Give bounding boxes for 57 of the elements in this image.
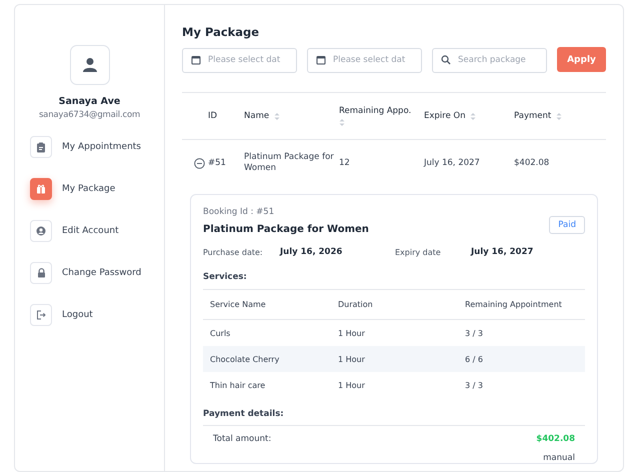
user-name: Sanaya Ave <box>58 96 122 107</box>
table-cell-text: 1 Hour <box>338 328 366 338</box>
sort-icon[interactable] <box>274 112 280 120</box>
table-cell-text: #51 <box>208 158 227 168</box>
page-title: My Package <box>182 25 260 39</box>
sidebar-item[interactable]: My Package <box>30 178 164 200</box>
table-cell-text: 12 <box>339 158 351 168</box>
table-cell-text: 6 / 6 <box>465 354 484 364</box>
sort-icon[interactable] <box>470 112 476 120</box>
table-cell-text: 1 Hour <box>338 354 366 364</box>
column-header: Duration <box>338 300 374 309</box>
user-email: sanaya6734@gmail.com <box>38 110 142 120</box>
sidebar-item[interactable]: Change Password <box>30 262 164 284</box>
package-title: Platinum Package for Women <box>203 224 369 235</box>
column-header: Remaining Appo. <box>339 106 412 116</box>
calendar-icon <box>316 54 326 64</box>
table-cell-text: Curls <box>210 328 232 338</box>
payment-method: manual <box>543 453 575 463</box>
sort-icon[interactable] <box>556 112 562 120</box>
table-cell-text: $402.08 <box>514 158 550 168</box>
section-heading: Services: <box>203 272 248 282</box>
date-field[interactable]: Please select dat <box>182 48 297 72</box>
purchase-label: Purchase date: <box>203 248 264 256</box>
lock-icon <box>30 262 52 284</box>
column-header: Service Name <box>210 300 267 309</box>
status-badge: Paid <box>549 216 585 234</box>
search-field[interactable]: Search package <box>432 48 547 72</box>
total-amount: $402.08 <box>536 434 575 444</box>
table-cell-text: 3 / 3 <box>465 380 484 390</box>
clipboard-icon <box>30 136 52 158</box>
column-header: Payment <box>514 111 552 121</box>
table-cell-text: Thin hair care <box>210 380 266 390</box>
table-cell-text: Platinum Package for Women <box>244 152 335 174</box>
booking-id: Booking Id : #51 <box>203 207 276 217</box>
calendar-icon <box>191 54 201 64</box>
expiry-date: July 16, 2027 <box>471 247 534 257</box>
column-header: Name <box>244 111 270 121</box>
column-header: Expire On <box>424 111 466 121</box>
table-cell-text: July 16, 2027 <box>424 158 481 168</box>
sidebar-item[interactable]: My Appointments <box>30 136 164 158</box>
gift-icon <box>30 178 52 200</box>
table-cell-text: Chocolate Cherry <box>210 354 280 364</box>
table-cell-text: 1 Hour <box>338 380 366 390</box>
column-header: ID <box>208 111 218 121</box>
logout-icon <box>30 304 52 326</box>
sidebar-item[interactable]: Logout <box>30 304 164 326</box>
search-icon <box>441 54 451 64</box>
expiry-label: Expiry date <box>395 248 442 256</box>
section-heading: Payment details: <box>203 409 285 419</box>
purchase-date: July 16, 2026 <box>280 247 344 257</box>
sort-icon[interactable] <box>339 118 345 126</box>
total-label: Total amount: <box>213 434 272 444</box>
avatar <box>70 45 110 85</box>
column-header: Remaining Appointment <box>465 300 563 309</box>
sidebar-item[interactable]: Edit Account <box>30 220 164 242</box>
date-field[interactable]: Please select dat <box>307 48 422 72</box>
table-cell-text: 3 / 3 <box>465 328 484 338</box>
